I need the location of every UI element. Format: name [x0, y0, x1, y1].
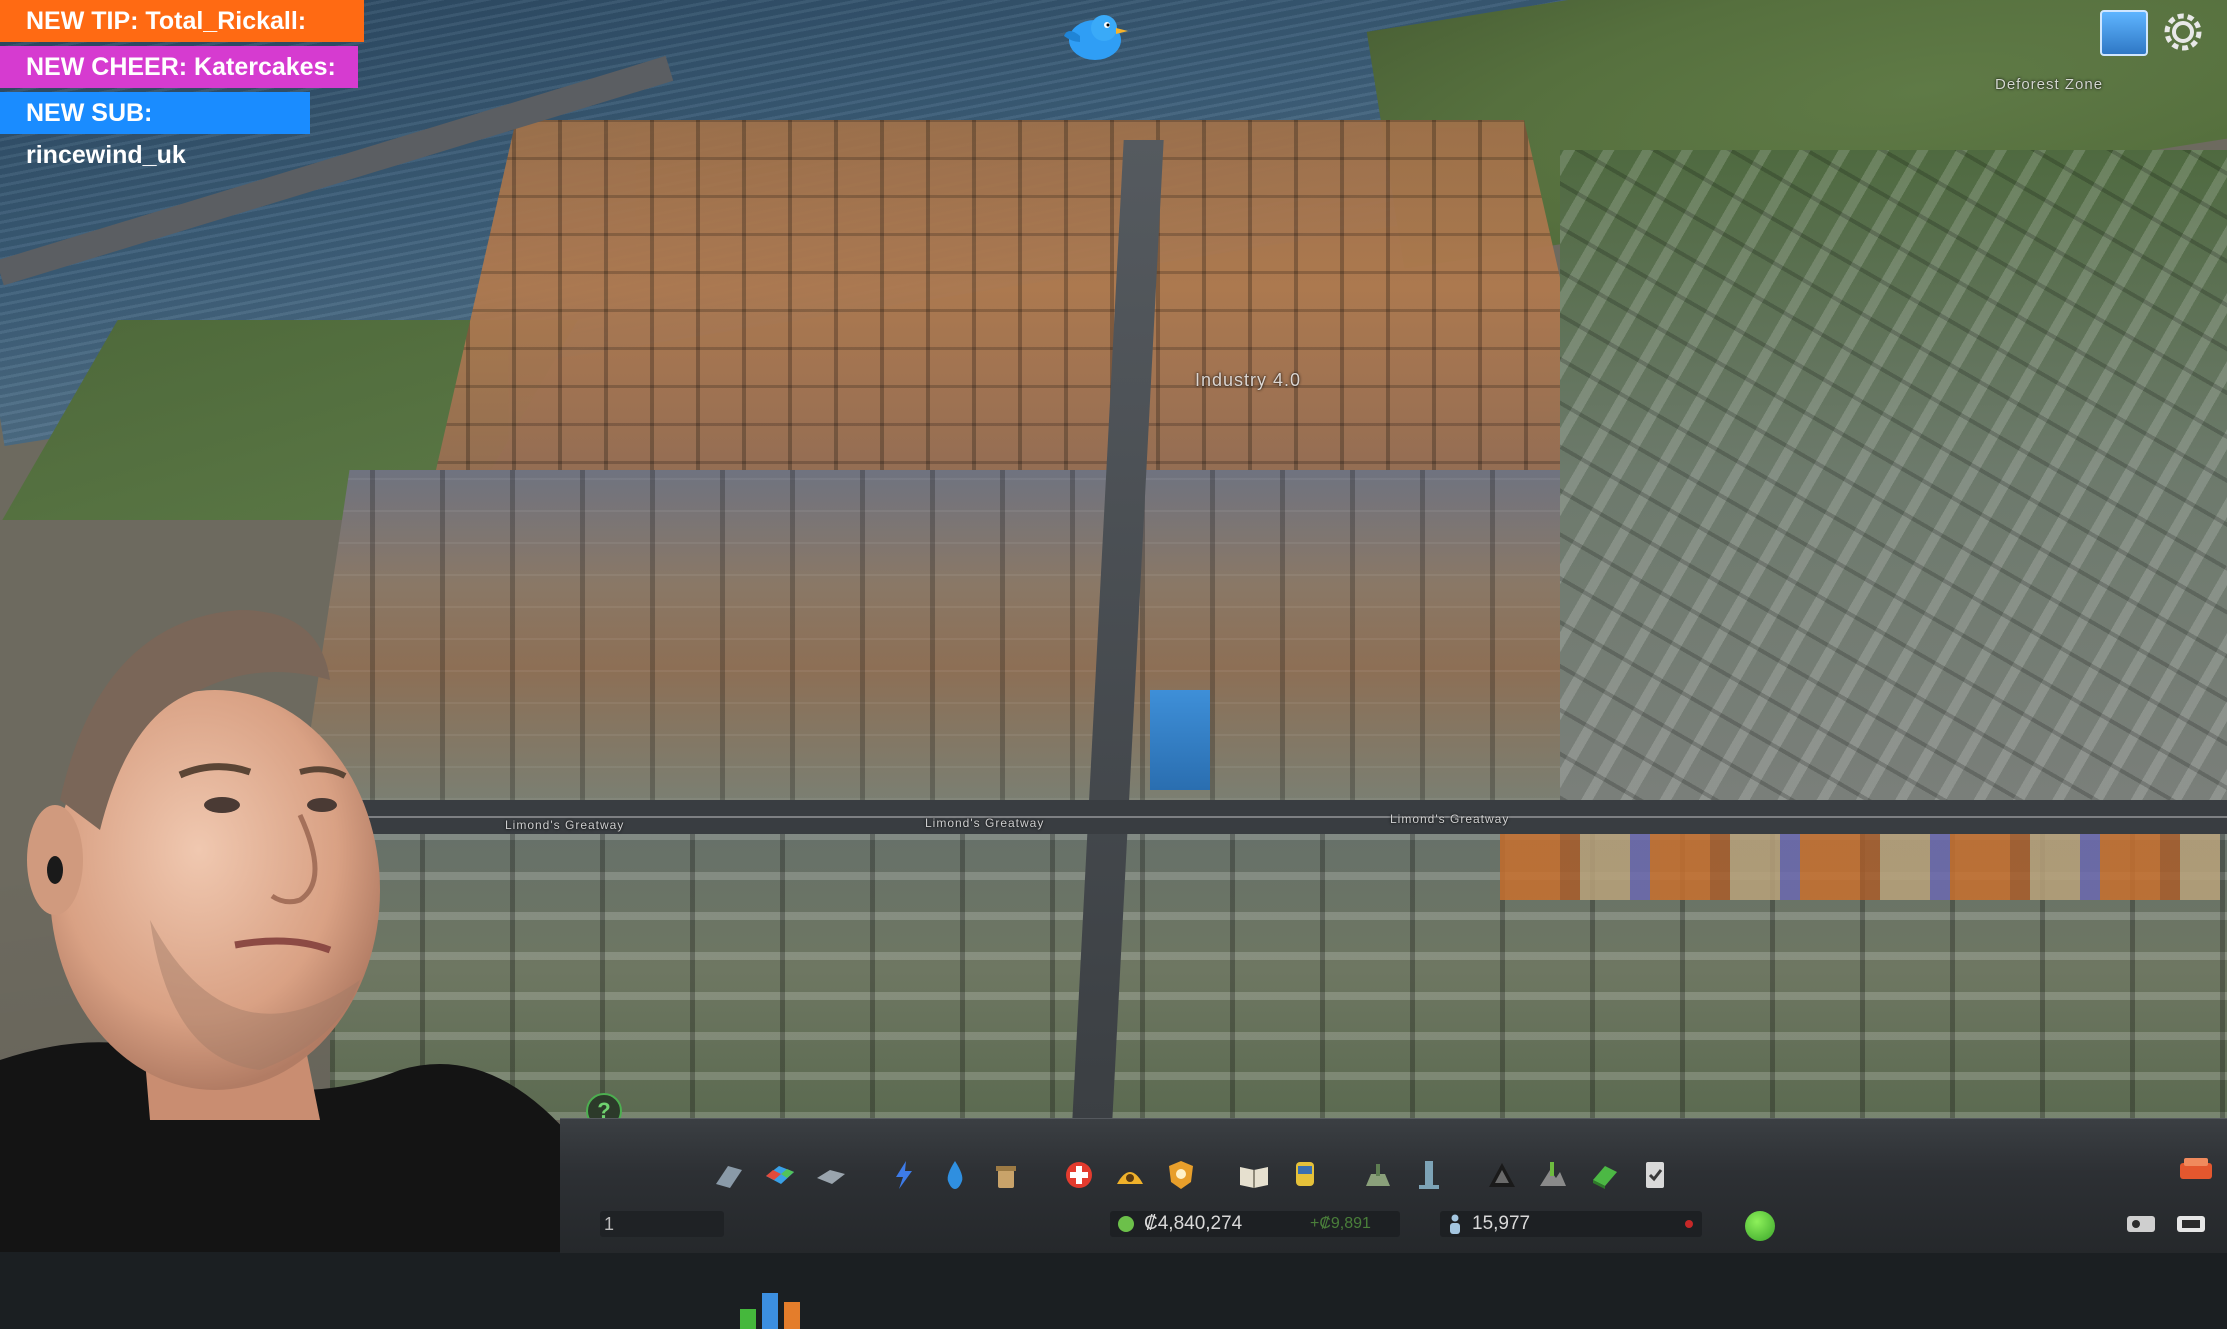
- residential-suburb-east: [1560, 150, 2227, 800]
- roads-icon: [716, 1166, 742, 1188]
- electricity-tool-button[interactable]: [885, 1156, 923, 1194]
- zoning-icon: [766, 1166, 794, 1184]
- landscaping-tool-button[interactable]: [1534, 1156, 1572, 1194]
- office-tower: [1150, 690, 1210, 790]
- speed-bar: [762, 1293, 778, 1329]
- water-icon: [947, 1161, 963, 1189]
- decoration-tool-button[interactable]: [1585, 1156, 1623, 1194]
- tool-icons: [710, 1147, 1687, 1203]
- speed-bar: [784, 1302, 800, 1329]
- gear-icon[interactable]: [2163, 12, 2203, 52]
- main-toolbar: 1 ₡4,840,274 +₡9,891 15,977: [560, 1118, 2227, 1329]
- screenshot-icon[interactable]: [2176, 1213, 2206, 1235]
- population-icon: [1450, 1214, 1460, 1234]
- parks-tool-button[interactable]: [1359, 1156, 1397, 1194]
- parks-icon: [1366, 1164, 1390, 1186]
- landscaping-icon: [1540, 1162, 1566, 1186]
- population-change-indicator: [1685, 1220, 1693, 1228]
- zoning-tool-button[interactable]: [761, 1156, 799, 1194]
- monuments-icon: [1489, 1163, 1515, 1187]
- healthcare-icon: [1066, 1162, 1092, 1188]
- sub-alert-text: NEW SUB: rincewind_uk: [26, 99, 186, 169]
- sub-alert: NEW SUB: rincewind_uk: [0, 92, 310, 169]
- money-value: ₡4,840,274: [1144, 1213, 1243, 1234]
- tip-alert: NEW TIP: Total_Rickall: £3.00: [0, 0, 364, 77]
- police-icon: [1169, 1161, 1193, 1189]
- cheer-alert: NEW CHEER: Katercakes: 300: [0, 46, 358, 123]
- radio-icon[interactable]: [2126, 1213, 2156, 1235]
- simulation-speed-bars[interactable]: [740, 1293, 812, 1329]
- fire-tool-button[interactable]: [1111, 1156, 1149, 1194]
- healthcare-tool-button[interactable]: [1060, 1156, 1098, 1194]
- public-transport-icon: [1296, 1162, 1314, 1186]
- education-icon: [1240, 1167, 1268, 1188]
- monuments-tool-button[interactable]: [1483, 1156, 1521, 1194]
- education-tool-button[interactable]: [1235, 1156, 1273, 1194]
- money-display[interactable]: ₡4,840,274 +₡9,891: [1110, 1211, 1400, 1237]
- income-value: +₡9,891: [1310, 1215, 1371, 1232]
- unlock-progress-icon[interactable]: [2178, 1155, 2214, 1183]
- decoration-icon: [1593, 1166, 1617, 1189]
- streamer-figure: [0, 610, 590, 1252]
- unique-buildings-tool-button[interactable]: [1410, 1156, 1448, 1194]
- districts-tool-button[interactable]: [812, 1156, 850, 1194]
- happiness-smiley-icon[interactable]: [1745, 1211, 1775, 1241]
- info-panel: 1 ₡4,840,274 +₡9,891 15,977: [560, 1205, 2227, 1329]
- road-label: Limond's Greatway: [1390, 812, 1510, 826]
- info-field[interactable]: 1: [600, 1211, 724, 1237]
- districts-icon: [817, 1170, 845, 1184]
- money-icon: [1118, 1216, 1134, 1232]
- roads-tool-button[interactable]: [710, 1156, 748, 1194]
- water-tool-button[interactable]: [936, 1156, 974, 1194]
- district-label-deforest[interactable]: Deforest Zone: [1995, 76, 2103, 93]
- fire-icon: [1117, 1172, 1143, 1184]
- population-display[interactable]: 15,977: [1440, 1211, 1702, 1237]
- electricity-icon: [896, 1161, 912, 1189]
- chirper-panel-icon[interactable]: [2100, 10, 2148, 56]
- district-label-industry[interactable]: Industry 4.0: [1195, 370, 1301, 391]
- speed-bar: [740, 1309, 756, 1329]
- chirper-bird-icon[interactable]: [1060, 6, 1130, 66]
- garbage-tool-button[interactable]: [987, 1156, 1025, 1194]
- unique-buildings-icon: [1419, 1161, 1439, 1189]
- policies-icon: [1646, 1162, 1664, 1188]
- public-transport-tool-button[interactable]: [1286, 1156, 1324, 1194]
- policies-tool-button[interactable]: [1636, 1156, 1674, 1194]
- streamer-webcam: [0, 600, 590, 1252]
- population-value: 15,977: [1472, 1213, 1531, 1234]
- police-tool-button[interactable]: [1162, 1156, 1200, 1194]
- road-label: Limond's Greatway: [925, 816, 1045, 830]
- garbage-icon: [996, 1166, 1016, 1188]
